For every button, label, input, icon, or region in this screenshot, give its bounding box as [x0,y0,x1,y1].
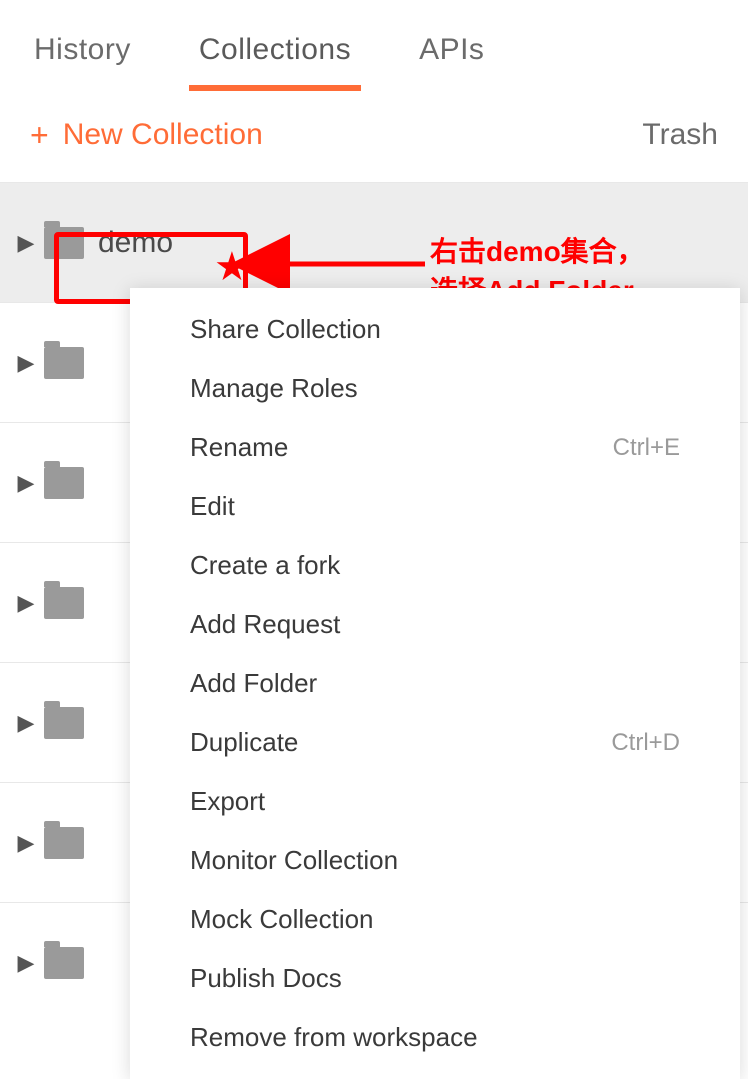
menu-item-label: Rename [190,432,288,463]
folder-icon [44,347,84,379]
tab-history[interactable]: History [30,23,135,77]
new-collection-button[interactable]: + New Collection [30,118,263,152]
menu-item-label: Add Request [190,609,340,640]
menu-item-shortcut: Ctrl+E [613,434,680,462]
menu-publish-docs[interactable]: Publish Docs [130,949,740,1008]
menu-item-label: Duplicate [190,727,298,758]
folder-icon [44,227,84,259]
caret-icon[interactable]: ▶ [14,350,38,376]
menu-remove-workspace[interactable]: Remove from workspace [130,1008,740,1067]
collections-action-row: + New Collection Trash [0,100,748,182]
caret-icon[interactable]: ▶ [14,830,38,856]
menu-share-collection[interactable]: Share Collection [130,300,740,359]
menu-item-label: Edit [190,491,235,522]
menu-item-label: Monitor Collection [190,845,398,876]
menu-item-label: Add Folder [190,668,317,699]
tab-apis[interactable]: APIs [415,23,488,77]
sidebar-tabs: History Collections APIs [0,0,748,100]
menu-item-label: Publish Docs [190,963,342,994]
folder-icon [44,467,84,499]
menu-duplicate[interactable]: Duplicate Ctrl+D [130,713,740,772]
collection-row-demo[interactable]: ▶ demo [0,182,748,302]
caret-icon[interactable]: ▶ [14,590,38,616]
menu-rename[interactable]: Rename Ctrl+E [130,418,740,477]
menu-item-label: Share Collection [190,314,381,345]
menu-item-label: Mock Collection [190,904,374,935]
caret-icon[interactable]: ▶ [14,950,38,976]
collection-name: demo [98,226,173,260]
menu-item-label: Manage Roles [190,373,358,404]
folder-icon [44,827,84,859]
new-collection-label: New Collection [63,118,263,152]
caret-icon[interactable]: ▶ [14,230,38,256]
menu-mock-collection[interactable]: Mock Collection [130,890,740,949]
caret-icon[interactable]: ▶ [14,470,38,496]
menu-item-label: Create a fork [190,550,340,581]
trash-link[interactable]: Trash [642,118,718,152]
menu-manage-roles[interactable]: Manage Roles [130,359,740,418]
folder-icon [44,707,84,739]
menu-edit[interactable]: Edit [130,477,740,536]
menu-item-label: Remove from workspace [190,1022,478,1053]
menu-monitor-collection[interactable]: Monitor Collection [130,831,740,890]
menu-item-label: Export [190,786,265,817]
menu-export[interactable]: Export [130,772,740,831]
menu-item-shortcut: Ctrl+D [611,729,680,757]
plus-icon: + [30,119,49,151]
tab-collections[interactable]: Collections [195,23,355,77]
folder-icon [44,947,84,979]
collection-context-menu: Share Collection Manage Roles Rename Ctr… [130,288,740,1079]
menu-add-request[interactable]: Add Request [130,595,740,654]
menu-create-fork[interactable]: Create a fork [130,536,740,595]
folder-icon [44,587,84,619]
menu-add-folder[interactable]: Add Folder [130,654,740,713]
caret-icon[interactable]: ▶ [14,710,38,736]
